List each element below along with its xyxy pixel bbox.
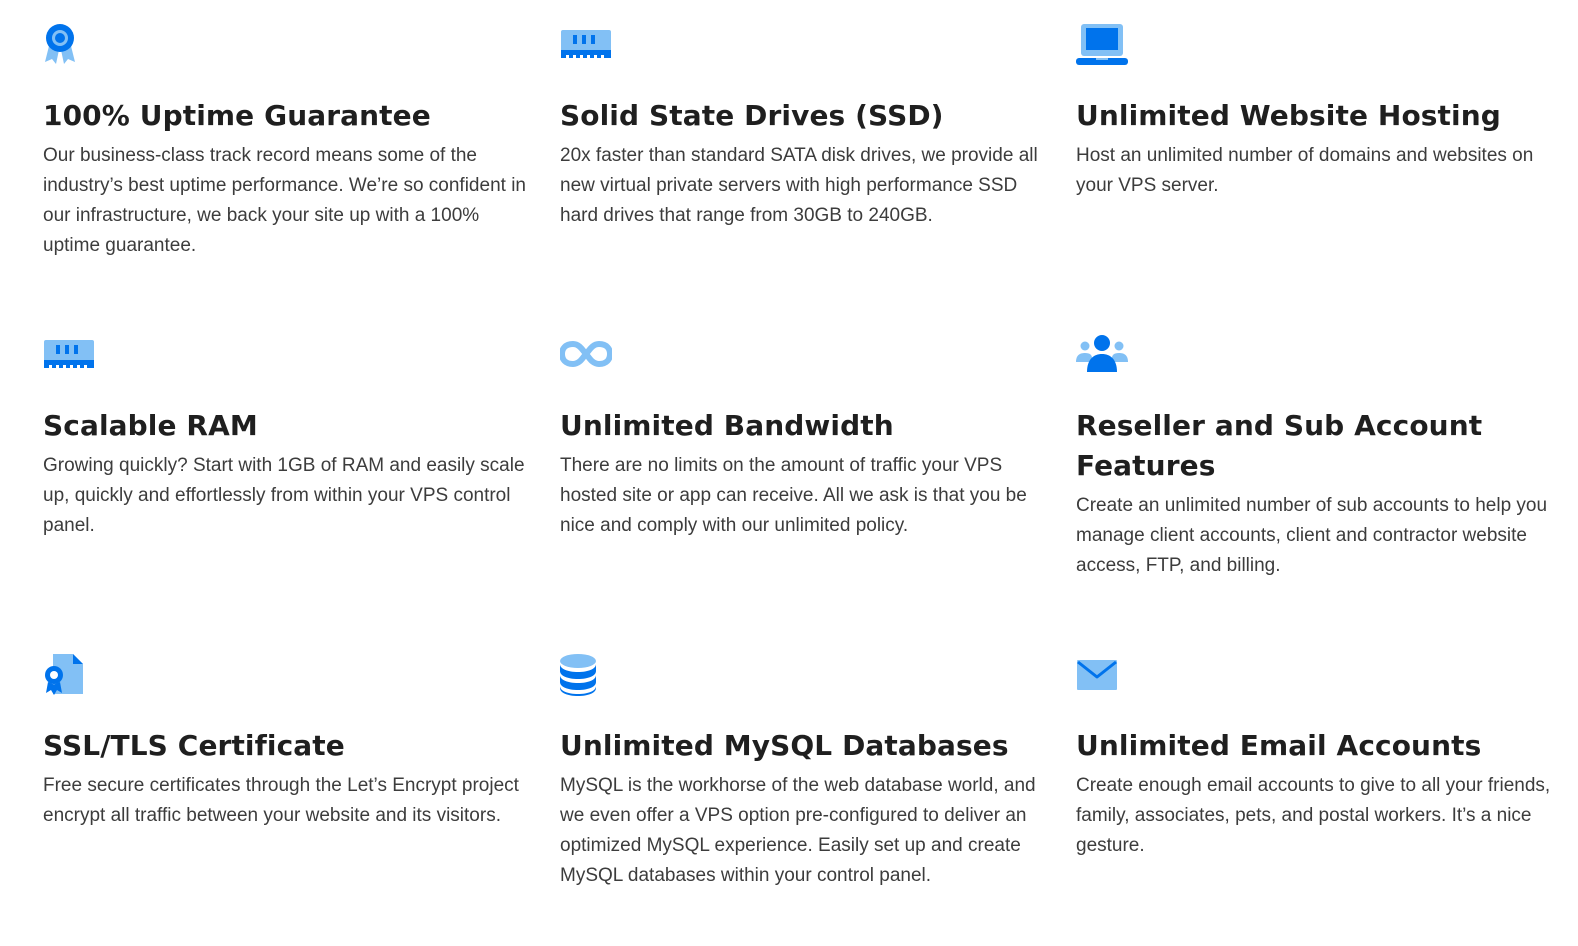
feature-unlimited-bandwidth: Unlimited Bandwidth There are no limits … <box>560 332 1050 541</box>
feature-title: Reseller and Sub Account Features <box>1076 409 1483 482</box>
laptop-icon <box>1076 22 1132 68</box>
feature-description: 20x faster than standard SATA disk drive… <box>560 145 1038 226</box>
feature-title: 100% Uptime Guarantee <box>43 99 431 132</box>
feature-reseller-sub-accounts: Reseller and Sub Account Features Create… <box>1076 332 1558 581</box>
feature-description: Host an unlimited number of domains and … <box>1076 145 1534 196</box>
user-group-icon <box>1076 332 1132 378</box>
feature-description: Free secure certificates through the Let… <box>43 775 519 826</box>
feature-description: MySQL is the workhorse of the web databa… <box>560 775 1036 886</box>
feature-uptime-guarantee: 100% Uptime Guarantee Our business-class… <box>43 22 533 261</box>
feature-title: SSL/TLS Certificate <box>43 729 345 762</box>
feature-ssl-certificate: SSL/TLS Certificate Free secure certific… <box>43 652 533 831</box>
feature-scalable-ram: Scalable RAM Growing quickly? Start with… <box>43 332 533 541</box>
feature-title: Unlimited Email Accounts <box>1076 729 1482 762</box>
database-icon <box>560 652 616 698</box>
feature-title: Scalable RAM <box>43 409 258 442</box>
feature-title: Unlimited Bandwidth <box>560 409 894 442</box>
ribbon-award-icon <box>43 22 99 68</box>
feature-website-hosting: Unlimited Website Hosting Host an unlimi… <box>1076 22 1558 201</box>
feature-description: Create an unlimited number of sub accoun… <box>1076 495 1548 576</box>
feature-description: Our business-class track record means so… <box>43 145 526 256</box>
certificate-icon <box>43 652 99 698</box>
infinity-icon <box>560 332 616 378</box>
feature-description: Growing quickly? Start with 1GB of RAM a… <box>43 455 525 536</box>
feature-title: Unlimited MySQL Databases <box>560 729 1009 762</box>
feature-title: Unlimited Website Hosting <box>1076 99 1501 132</box>
feature-description: Create enough email accounts to give to … <box>1076 775 1551 856</box>
feature-description: There are no limits on the amount of tra… <box>560 455 1027 536</box>
feature-title: Solid State Drives (SSD) <box>560 99 944 132</box>
ram-module-icon <box>43 332 99 378</box>
feature-mysql-databases: Unlimited MySQL Databases MySQL is the w… <box>560 652 1050 891</box>
envelope-icon <box>1076 652 1132 698</box>
ssd-drive-icon <box>560 22 616 68</box>
feature-ssd: Solid State Drives (SSD) 20x faster than… <box>560 22 1050 231</box>
feature-email-accounts: Unlimited Email Accounts Create enough e… <box>1076 652 1558 861</box>
